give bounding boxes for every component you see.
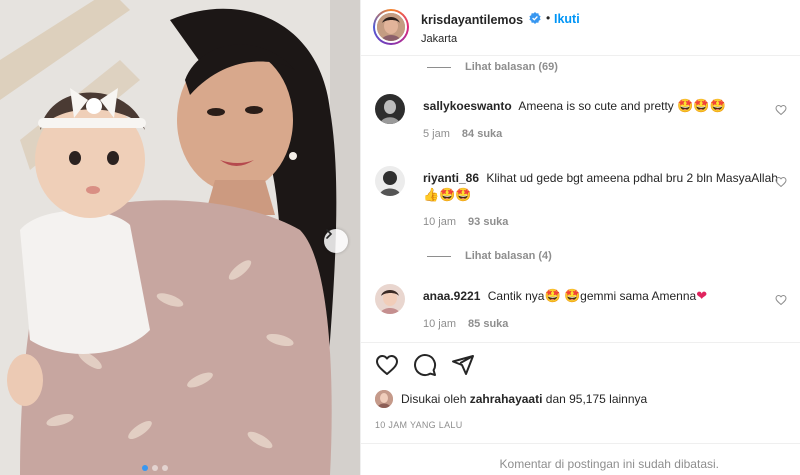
avatar-image <box>375 284 405 314</box>
post-image-illustration <box>0 0 360 475</box>
replies-divider <box>427 66 451 68</box>
comment-box-disabled: Komentar di postingan ini sudah dibatasi… <box>361 443 800 475</box>
comment-time[interactable]: 10 jam <box>423 318 456 330</box>
post-location[interactable]: Jakarta <box>421 33 457 45</box>
comment-emoji: 🤩 <box>563 289 581 304</box>
comment-item: anaa.9221 Cantik nya🤩 🤩gemmi sama Amenna… <box>373 284 793 334</box>
comment-heart-icon[interactable] <box>775 176 787 188</box>
commenter-username[interactable]: sallykoeswanto <box>423 99 512 113</box>
avatar-image <box>375 166 405 196</box>
view-replies-label: Lihat balasan (4) <box>465 250 552 262</box>
comment-time[interactable]: 5 jam <box>423 128 450 140</box>
comment-item: sallykoeswanto Ameena is so cute and pre… <box>373 94 793 144</box>
commenter-username[interactable]: riyanti_86 <box>423 171 479 185</box>
comment-emojis: 🤩🤩🤩 <box>677 99 726 114</box>
comment-meta: 5 jam 84 suka <box>423 128 502 140</box>
comment-time[interactable]: 10 jam <box>423 216 456 228</box>
likes-prefix: Disukai oleh <box>401 392 467 406</box>
comment-text-block: sallykoeswanto Ameena is so cute and pre… <box>423 98 783 115</box>
comment-heart-icon[interactable] <box>775 104 787 116</box>
comment-text-block: anaa.9221 Cantik nya🤩 🤩gemmi sama Amenna… <box>423 288 783 305</box>
post-timestamp[interactable]: 10 JAM YANG LALU <box>375 420 463 430</box>
author-username[interactable]: krisdayantilemos <box>421 13 523 27</box>
next-image-button[interactable] <box>324 229 348 253</box>
post-header: krisdayantilemos • Ikuti Jakarta <box>361 0 800 56</box>
likes-text: Disukai oleh zahrahayaati dan 95,175 lai… <box>401 392 647 406</box>
comment-likes[interactable]: 85 suka <box>468 318 508 330</box>
avatar-image <box>375 94 405 124</box>
likes-summary[interactable]: Disukai oleh zahrahayaati dan 95,175 lai… <box>375 390 647 408</box>
carousel-dot-active <box>142 465 148 471</box>
comment-text: Klihat ud gede bgt ameena pdhal bru 2 bl… <box>486 171 778 185</box>
replies-divider <box>427 255 451 257</box>
likes-suffix[interactable]: dan 95,175 lainnya <box>546 392 647 406</box>
comment-likes[interactable]: 84 suka <box>462 128 502 140</box>
comment-meta: 10 jam 93 suka <box>423 216 508 228</box>
commenter-avatar[interactable] <box>375 94 405 124</box>
liker-avatar[interactable] <box>375 390 393 408</box>
view-replies-button[interactable]: Lihat balasan (4) <box>427 247 552 265</box>
comment-text: Cantik nya <box>487 289 545 303</box>
verified-badge-icon <box>529 12 541 24</box>
commenter-username[interactable]: anaa.9221 <box>423 289 480 303</box>
comment-likes[interactable]: 93 suka <box>468 216 508 228</box>
comment-text: gemmi sama Amenna <box>580 289 697 303</box>
post-panel: krisdayantilemos • Ikuti Jakarta Lihat b… <box>360 0 800 475</box>
view-replies-button[interactable]: Lihat balasan (69) <box>427 58 558 76</box>
paper-plane-icon[interactable] <box>451 353 475 377</box>
commenter-avatar[interactable] <box>375 284 405 314</box>
red-heart-emoji: ❤ <box>696 289 708 304</box>
likes-user[interactable]: zahrahayaati <box>470 392 543 406</box>
follow-button[interactable]: Ikuti <box>554 12 580 26</box>
comment-text: Ameena is so cute and pretty <box>518 99 674 113</box>
heart-outline-icon[interactable] <box>375 353 399 377</box>
avatar-image <box>375 390 393 408</box>
carousel-dot <box>162 465 168 471</box>
chevron-right-icon <box>326 229 333 239</box>
carousel-indicator <box>142 465 168 471</box>
comment-heart-icon[interactable] <box>775 294 787 306</box>
carousel-dot <box>152 465 158 471</box>
comments-disabled-notice: Komentar di postingan ini sudah dibatasi… <box>499 457 719 471</box>
post-actions <box>361 342 800 382</box>
comment-bubble-icon[interactable] <box>413 353 437 377</box>
view-replies-label: Lihat balasan (69) <box>465 61 558 73</box>
header-separator: • <box>546 11 551 25</box>
comments-list[interactable]: Lihat balasan (69) sallykoeswanto Ameena… <box>361 56 800 342</box>
avatar-image <box>377 13 405 41</box>
comment-emoji: 🤩 <box>544 289 561 304</box>
post-photo[interactable] <box>0 0 360 475</box>
author-avatar[interactable] <box>373 9 409 45</box>
comment-emojis: 👍🤩🤩 <box>423 188 472 203</box>
comment-text-block: riyanti_86 Klihat ud gede bgt ameena pdh… <box>423 170 783 204</box>
comment-item: riyanti_86 Klihat ud gede bgt ameena pdh… <box>373 166 793 230</box>
commenter-avatar[interactable] <box>375 166 405 196</box>
comment-meta: 10 jam 85 suka <box>423 318 508 330</box>
